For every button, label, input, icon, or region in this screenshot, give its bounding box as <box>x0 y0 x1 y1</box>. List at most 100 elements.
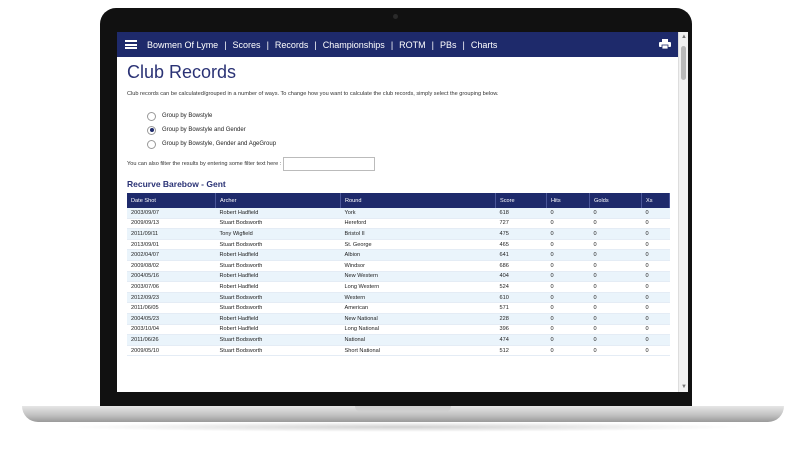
cell-hits: 0 <box>546 281 590 293</box>
cell-score: 228 <box>495 313 547 325</box>
cell-golds: 0 <box>589 271 642 283</box>
column-header-golds[interactable]: Golds <box>589 193 642 208</box>
cell-xs: 0 <box>641 218 670 230</box>
cell-round: American <box>340 302 496 314</box>
records-table: Date Shot Archer Round Score Hits Golds … <box>127 193 670 357</box>
cell-date: 2012/09/23 <box>127 292 216 304</box>
cell-archer: Robert Hadfield <box>215 281 341 293</box>
cell-score: 524 <box>495 281 547 293</box>
cell-date: 2009/08/02 <box>127 260 216 272</box>
cell-archer: Robert Hadfield <box>215 249 341 261</box>
table-header-row: Date Shot Archer Round Score Hits Golds … <box>127 193 670 208</box>
cell-golds: 0 <box>589 218 642 230</box>
nav-separator: | <box>266 39 269 50</box>
table-row: 2012/09/23 Stuart Bodsworth Western 610 0 0 0 <box>127 292 670 304</box>
column-header-hits[interactable]: Hits <box>546 193 590 208</box>
radio-button[interactable] <box>147 111 156 121</box>
cell-archer: Robert Hadfield <box>215 324 341 336</box>
cell-golds: 0 <box>589 302 642 314</box>
cell-date: 2009/09/13 <box>127 218 216 230</box>
cell-golds: 0 <box>589 249 642 261</box>
cell-golds: 0 <box>589 228 642 240</box>
filter-input[interactable] <box>283 157 376 171</box>
grouping-option-bowstyle-gender-agegroup[interactable]: Group by Bowstyle, Gender and AgeGroup <box>147 137 672 151</box>
cell-golds: 0 <box>589 260 642 272</box>
cell-archer: Stuart Bodsworth <box>215 302 341 314</box>
table-row: 2004/05/16 Robert Hadfield New Western 404 0… <box>127 271 670 283</box>
cell-archer: Stuart Bodsworth <box>215 260 341 272</box>
cell-hits: 0 <box>546 345 590 357</box>
column-header-xs[interactable]: Xs <box>641 193 670 208</box>
cell-golds: 0 <box>589 345 642 357</box>
cell-date: 2004/05/16 <box>127 271 216 283</box>
cell-golds: 0 <box>589 208 642 219</box>
cell-round: Western <box>340 292 496 304</box>
cell-score: 618 <box>495 208 547 219</box>
column-header-score[interactable]: Score <box>495 193 547 208</box>
cell-round: Bristol II <box>340 228 496 240</box>
cell-date: 2011/09/11 <box>127 228 216 240</box>
vertical-scrollbar[interactable]: ▲ ▼ <box>678 32 688 392</box>
nav-separator: | <box>431 39 434 50</box>
scroll-down-icon[interactable]: ▼ <box>681 384 687 390</box>
nav-separator: | <box>462 39 465 50</box>
nav-pbs[interactable]: PBs <box>440 40 457 50</box>
nav-records[interactable]: Records <box>275 40 309 50</box>
nav-rotm[interactable]: ROTM <box>399 40 426 50</box>
browser-screen: Bowmen Of Lyme | Scores | Records | Cham… <box>117 32 688 392</box>
cell-score: 727 <box>495 218 547 230</box>
grouping-option-bowstyle[interactable]: Group by Bowstyle <box>147 109 672 123</box>
cell-date: 2013/09/01 <box>127 239 216 251</box>
cell-hits: 0 <box>546 334 590 346</box>
table-row: 2011/06/05 Stuart Bodsworth American 571 0 0 0 <box>127 302 670 314</box>
table-row: 2003/10/04 Robert Hadfield Long National 39… <box>127 324 670 336</box>
cell-golds: 0 <box>589 334 642 346</box>
nav-separator: | <box>224 39 227 50</box>
cell-hits: 0 <box>546 292 590 304</box>
cell-score: 475 <box>495 228 547 240</box>
cell-golds: 0 <box>589 313 642 325</box>
cell-archer: Stuart Bodsworth <box>215 292 341 304</box>
cell-date: 2011/06/05 <box>127 302 216 314</box>
nav-charts[interactable]: Charts <box>471 40 498 50</box>
scrollbar-thumb[interactable] <box>681 46 686 80</box>
radio-label: Group by Bowstyle <box>162 113 213 119</box>
nav-scores[interactable]: Scores <box>233 40 261 50</box>
cell-hits: 0 <box>546 271 590 283</box>
nav-separator: | <box>314 39 317 50</box>
cell-score: 465 <box>495 239 547 251</box>
cell-xs: 0 <box>641 281 670 293</box>
radio-button-selected[interactable] <box>147 125 156 135</box>
cell-xs: 0 <box>641 324 670 336</box>
column-header-round[interactable]: Round <box>340 193 496 208</box>
cell-date: 2003/10/04 <box>127 324 216 336</box>
table-row: 2011/09/11 Tony Wigfield Bristol II 475 0 0 0 <box>127 228 670 240</box>
nav-championships[interactable]: Championships <box>323 40 385 50</box>
cell-score: 512 <box>495 345 547 357</box>
table-row: 2003/07/06 Robert Hadfield Long Western 524… <box>127 281 670 293</box>
cell-hits: 0 <box>546 208 590 219</box>
nav-brand[interactable]: Bowmen Of Lyme <box>147 40 218 50</box>
cell-round: New Western <box>340 271 496 283</box>
cell-round: New National <box>340 313 496 325</box>
grouping-option-bowstyle-gender[interactable]: Group by Bowstyle and Gender <box>147 123 672 137</box>
cell-round: St. George <box>340 239 496 251</box>
table-row: 2009/09/13 Stuart Bodsworth Hereford 727 0 0 0 <box>127 218 670 230</box>
printer-icon[interactable] <box>659 39 671 49</box>
cell-hits: 0 <box>546 228 590 240</box>
cell-archer: Stuart Bodsworth <box>215 218 341 230</box>
cell-hits: 0 <box>546 249 590 261</box>
cell-hits: 0 <box>546 239 590 251</box>
column-header-date[interactable]: Date Shot <box>127 193 216 208</box>
cell-date: 2011/06/26 <box>127 334 216 346</box>
cell-round: National <box>340 334 496 346</box>
filter-label: You can also filter the results by enter… <box>127 161 282 167</box>
cell-round: Short National <box>340 345 496 357</box>
hamburger-icon[interactable] <box>125 40 137 49</box>
radio-button[interactable] <box>147 139 156 149</box>
intro-text: Club records can be calculated/grouped i… <box>127 91 499 97</box>
scroll-up-icon[interactable]: ▲ <box>681 34 687 40</box>
column-header-archer[interactable]: Archer <box>215 193 341 208</box>
table-row: 2009/05/10 Stuart Bodsworth Short National… <box>127 345 670 357</box>
laptop-shadow <box>60 422 746 432</box>
